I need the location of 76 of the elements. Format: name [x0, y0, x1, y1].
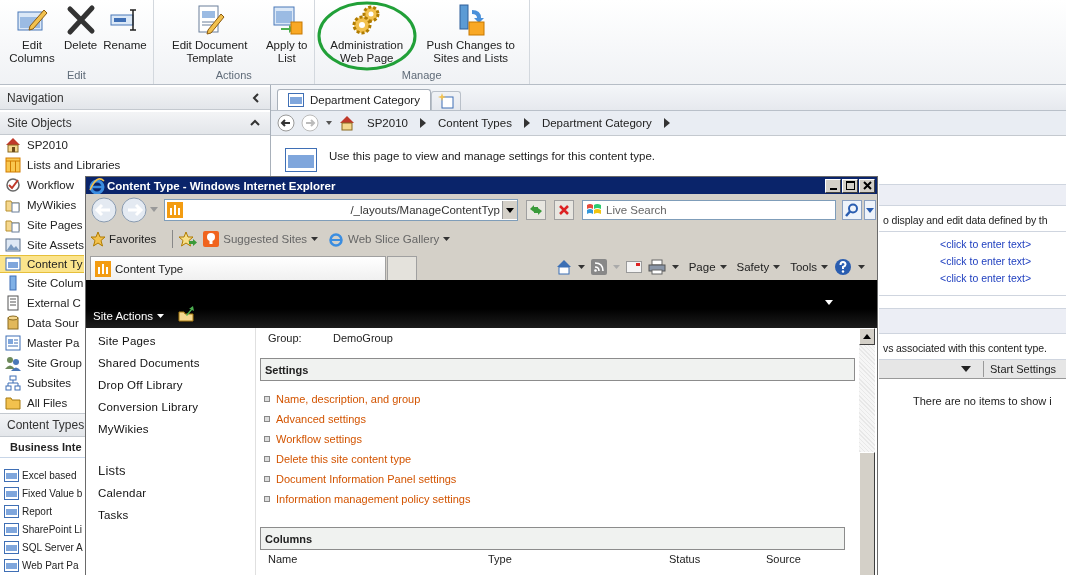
section-title: Content Types	[7, 418, 85, 432]
nav-item[interactable]: Site Group	[0, 353, 84, 373]
command-menu[interactable]: Page	[688, 261, 727, 273]
command-menu[interactable]: Safety	[736, 261, 781, 273]
settings-link[interactable]: Name, description, and group	[276, 393, 421, 405]
group-label: Manage	[401, 68, 442, 82]
nav-link[interactable]: Tasks	[98, 504, 129, 526]
search-field[interactable]: Live Search	[582, 200, 836, 220]
enter-text-link[interactable]: <click to enter text>	[940, 236, 1032, 253]
settings-link[interactable]: Document Information Panel settings	[276, 473, 457, 485]
nav-link[interactable]: MyWikies	[98, 418, 149, 440]
settings-link[interactable]: Workflow settings	[276, 433, 362, 445]
document-tab[interactable]: Department Category	[277, 89, 431, 110]
nav-link[interactable]: Site Pages	[98, 330, 156, 352]
nav-item[interactable]: External C	[0, 293, 84, 313]
column-header[interactable]: Status	[669, 553, 766, 565]
nav-link[interactable]: Conversion Library	[98, 396, 199, 418]
favorites-link[interactable]: Suggested Sites	[203, 231, 319, 247]
nav-item[interactable]: All Files	[0, 393, 84, 413]
content-type-item[interactable]: Report	[22, 505, 52, 517]
ribbon-button[interactable]: Edit Columns	[3, 0, 61, 66]
page-description: Use this page to view and manage settings for this content type.	[329, 150, 656, 162]
field-value: DemoGroup	[333, 332, 393, 344]
favorites-link[interactable]: Web Slice Gallery	[328, 231, 451, 247]
nav-item[interactable]: Workflow	[0, 175, 84, 195]
settings-link[interactable]: Information management policy settings	[276, 493, 471, 505]
panel-title: Navigation	[7, 91, 64, 105]
nav-link[interactable]: Drop Off Library	[98, 374, 183, 396]
favorites-button[interactable]: Favorites	[90, 231, 157, 247]
content-type-item[interactable]: Fixed Value b	[22, 487, 83, 499]
browser-tab[interactable]: Content Type	[90, 256, 386, 280]
enter-text-link[interactable]: <click to enter text>	[940, 270, 1032, 287]
window-title: Content Type - Windows Internet Explorer	[107, 179, 336, 192]
nav-item[interactable]: Lists and Libraries	[0, 155, 123, 175]
breadcrumb-item[interactable]: Content Types	[431, 117, 518, 129]
nav-item[interactable]: Site Colum	[0, 273, 86, 293]
nav-item[interactable]: Subsites	[0, 373, 84, 393]
content-type-item[interactable]: SharePoint Li	[22, 523, 83, 535]
nav-item[interactable]: MyWikies	[0, 195, 84, 215]
nav-item[interactable]: Data Sour	[0, 313, 84, 333]
ribbon-button[interactable]: Delete	[61, 0, 101, 66]
address-field[interactable]: /_layouts/ManageContentTyp	[164, 199, 518, 221]
field-label: Group:	[268, 332, 303, 344]
nav-heading[interactable]: Lists	[98, 460, 126, 482]
section-title: Site Objects	[7, 116, 72, 130]
content-type-item[interactable]: Excel based	[22, 469, 77, 481]
settings-link[interactable]: Delete this site content type	[276, 453, 412, 465]
section-text: o display and edit data defined by th	[879, 206, 1066, 232]
site-actions-menu[interactable]: Site Actions	[93, 310, 165, 322]
command-menu[interactable]: Tools	[790, 261, 828, 273]
group-label: Edit	[66, 68, 86, 82]
settings-link[interactable]: Advanced settings	[276, 413, 366, 425]
column-header[interactable]: Source	[766, 553, 801, 565]
nav-link[interactable]: Shared Documents	[98, 352, 200, 374]
column-header[interactable]: Name	[268, 553, 488, 565]
content-type-item[interactable]: Web Part Pa	[22, 559, 79, 571]
ribbon-button[interactable]: Rename	[100, 0, 150, 66]
nav-item[interactable]: SP2010	[0, 135, 84, 155]
nav-item[interactable]: Site Pages	[0, 215, 85, 235]
breadcrumb-item[interactable]: Department Category	[535, 117, 658, 129]
breadcrumb-item[interactable]: SP2010	[361, 117, 414, 129]
column-header[interactable]: Start Settings	[983, 361, 1066, 377]
nav-item[interactable]: Master Pa	[0, 333, 84, 353]
content-type-item[interactable]: SQL Server A	[22, 541, 83, 553]
ribbon-button[interactable]: Push Changes to Sites and Lists	[415, 0, 526, 66]
section-title: Columns	[265, 532, 313, 545]
nav-item[interactable]: Content Ty	[0, 255, 85, 273]
enter-text-link[interactable]: <click to enter text>	[940, 253, 1032, 270]
group-label: Actions	[215, 68, 252, 82]
nav-link[interactable]: Calendar	[98, 482, 147, 504]
ribbon-button[interactable]: Apply to List	[262, 0, 311, 66]
section-title: Settings	[265, 363, 309, 376]
empty-message: There are no items to show i	[912, 394, 1053, 407]
nav-item[interactable]: Site Assets	[0, 235, 86, 255]
column-header[interactable]: Type	[488, 553, 669, 565]
ribbon-button[interactable]: Edit Document Template	[156, 0, 263, 66]
